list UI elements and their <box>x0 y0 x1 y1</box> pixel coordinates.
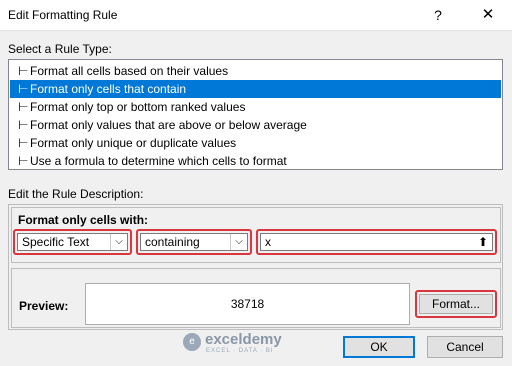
rule-type-label: Select a Rule Type: <box>8 42 112 56</box>
arrow-icon: ⊢ <box>18 64 29 78</box>
window-title: Edit Formatting Rule <box>8 8 118 22</box>
operator-select-value: containing <box>145 235 200 249</box>
rule-type-item-label: Format only values that are above or bel… <box>30 118 307 132</box>
rule-type-item[interactable]: ⊢ Format only unique or duplicate values <box>10 134 501 152</box>
arrow-icon: ⊢ <box>18 100 29 114</box>
format-cells-with-label: Format only cells with: <box>18 213 149 227</box>
arrow-icon: ⊢ <box>18 82 29 96</box>
rule-type-item-selected[interactable]: ⊢ Format only cells that contain <box>10 80 501 98</box>
rule-type-item-label: Format only unique or duplicate values <box>30 136 237 150</box>
cancel-button[interactable]: Cancel <box>427 336 503 358</box>
collapse-dialog-icon[interactable]: ⬆ <box>475 235 491 249</box>
arrow-icon: ⊢ <box>18 136 29 150</box>
rule-type-item[interactable]: ⊢ Use a formula to determine which cells … <box>10 152 501 170</box>
condition-select[interactable]: Specific Text ⌵ <box>17 233 128 251</box>
watermark-name: exceldemy <box>205 331 282 348</box>
chevron-down-icon[interactable]: ⌵ <box>230 234 247 250</box>
preview-box: 38718 <box>85 283 410 325</box>
preview-label: Preview: <box>19 299 69 313</box>
operator-select[interactable]: containing ⌵ <box>140 233 248 251</box>
title-bar: Edit Formatting Rule ? ✕ <box>0 0 512 31</box>
chevron-down-icon[interactable]: ⌵ <box>110 234 127 250</box>
rule-type-item[interactable]: ⊢ Format all cells based on their values <box>10 62 501 80</box>
help-icon[interactable]: ? <box>426 4 450 26</box>
value-input[interactable]: x ⬆ <box>260 233 493 251</box>
arrow-icon: ⊢ <box>18 154 29 168</box>
watermark-tagline: EXCEL · DATA · BI <box>206 348 274 354</box>
rule-description-label: Edit the Rule Description: <box>8 187 144 201</box>
ok-button[interactable]: OK <box>343 336 415 358</box>
exceldemy-logo-icon: e <box>183 333 201 351</box>
rule-type-item-label: Format only cells that contain <box>30 82 187 96</box>
format-button[interactable]: Format... <box>419 294 493 314</box>
rule-type-item-label: Format only top or bottom ranked values <box>30 100 246 114</box>
value-input-text: x <box>265 235 271 249</box>
arrow-icon: ⊢ <box>18 118 29 132</box>
rule-type-item-label: Format all cells based on their values <box>30 64 229 78</box>
watermark: e exceldemy EXCEL · DATA · BI <box>183 331 333 357</box>
close-icon[interactable]: ✕ <box>476 4 500 26</box>
condition-select-value: Specific Text <box>22 235 90 249</box>
rule-type-item-label: Use a formula to determine which cells t… <box>30 154 287 168</box>
rule-type-list[interactable]: ⊢ Format all cells based on their values … <box>8 59 503 170</box>
rule-type-item[interactable]: ⊢ Format only top or bottom ranked values <box>10 98 501 116</box>
rule-type-item[interactable]: ⊢ Format only values that are above or be… <box>10 116 501 134</box>
